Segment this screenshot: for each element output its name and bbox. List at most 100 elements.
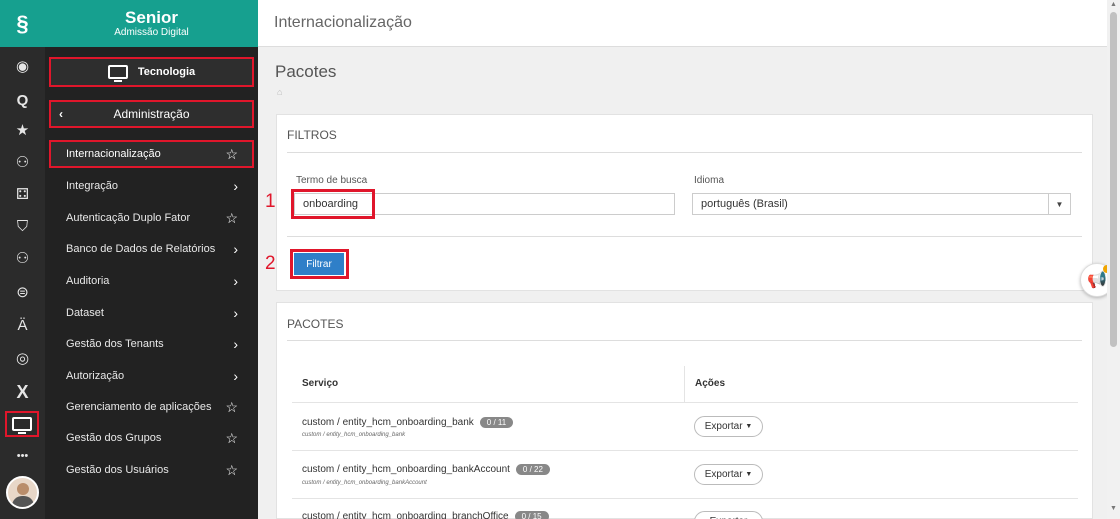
- menu-item-gestao-usuarios[interactable]: Gestão dos Usuários ☆: [45, 454, 258, 486]
- menu-item-internacionalizacao[interactable]: Internacionalização ☆: [49, 140, 254, 168]
- step-2-marker: 2: [265, 253, 276, 274]
- package-subtitle: custom / entity_hcm_onboarding_bank: [302, 432, 406, 438]
- package-subtitle: custom / entity_hcm_onboarding_bankAccou…: [302, 480, 427, 486]
- table-row: custom / entity_hcm_onboarding_branchOff…: [302, 511, 549, 519]
- highlight-search: [291, 189, 375, 219]
- search-label: Termo de busca: [296, 175, 368, 186]
- brand-name: Senior: [125, 7, 178, 27]
- column-divider: [684, 366, 685, 402]
- user-circle-icon[interactable]: ◉: [0, 54, 45, 78]
- chevron-left-icon: ‹: [59, 107, 63, 121]
- caret-down-icon: ▼: [745, 471, 753, 478]
- package-name: custom / entity_hcm_onboarding_bank: [302, 417, 474, 428]
- megaphone-icon: 📢: [1087, 272, 1107, 289]
- menu-item-banco-de-dados[interactable]: Banco de Dados de Relatórios ›: [45, 233, 258, 265]
- star-outline-icon[interactable]: ☆: [225, 146, 238, 163]
- menu-item-label: Banco de Dados de Relatórios: [66, 243, 216, 255]
- export-button[interactable]: Exportar: [694, 511, 763, 519]
- divider: [287, 152, 1082, 153]
- star-icon[interactable]: ★: [0, 118, 45, 142]
- table-row-divider: [292, 402, 1078, 403]
- highlight-filter: [290, 249, 349, 279]
- menu-item-label: Dataset: [66, 307, 104, 319]
- brand-header[interactable]: Senior Admissão Digital: [45, 0, 258, 47]
- step-1-marker: 1: [265, 191, 276, 212]
- chevron-right-icon: ›: [233, 305, 238, 321]
- packages-title: PACOTES: [287, 317, 344, 331]
- export-label: Exportar: [704, 421, 743, 432]
- menu-item-integracao[interactable]: Integração ›: [45, 170, 258, 202]
- table-row-divider: [292, 498, 1078, 499]
- badge-icon[interactable]: ⊜: [0, 280, 45, 304]
- divider: [287, 340, 1082, 341]
- table-row-divider: [292, 450, 1078, 451]
- menu-item-label: Gestão dos Grupos: [66, 432, 162, 444]
- language-label: Idioma: [694, 175, 725, 186]
- menu-item-gerenciamento-aplicacoes[interactable]: Gerenciamento de aplicações ☆: [45, 391, 258, 423]
- star-outline-icon[interactable]: ☆: [225, 210, 238, 227]
- menu-item-autenticacao[interactable]: Autenticação Duplo Fator ☆: [45, 202, 258, 234]
- menu-item-dataset[interactable]: Dataset ›: [45, 297, 258, 329]
- column-header-actions: Ações: [695, 378, 726, 389]
- divider: [287, 236, 1082, 237]
- menu-item-gestao-grupos[interactable]: Gestão dos Grupos ☆: [45, 422, 258, 454]
- menu-item-label: Gestão dos Usuários: [66, 464, 169, 476]
- filters-title: FILTROS: [287, 128, 337, 142]
- package-name: custom / entity_hcm_onboarding_branchOff…: [302, 511, 509, 519]
- chevron-right-icon: ›: [233, 178, 238, 194]
- chevron-right-icon: ›: [233, 273, 238, 289]
- x-icon[interactable]: X: [0, 380, 45, 404]
- monitor-glyph-icon: [12, 417, 32, 434]
- export-button[interactable]: Exportar ▼: [694, 464, 763, 485]
- target-icon[interactable]: ◎: [0, 346, 45, 370]
- translation-count-badge: 0 / 22: [515, 464, 550, 475]
- language-select[interactable]: português (Brasil) ▼: [692, 193, 1071, 215]
- caret-down-icon: ▼: [1048, 194, 1070, 214]
- language-select-value: português (Brasil): [701, 198, 788, 210]
- menu-section-label: Tecnologia: [137, 66, 196, 78]
- scroll-down-icon[interactable]: ▼: [1110, 505, 1117, 512]
- menu-section-tecnologia[interactable]: Tecnologia: [49, 57, 254, 87]
- senior-logo-icon[interactable]: §: [0, 0, 45, 47]
- monitor-icon[interactable]: [5, 411, 39, 437]
- menu-group-administracao[interactable]: ‹ Administração: [49, 100, 254, 128]
- menu-item-label: Autenticação Duplo Fator: [66, 212, 191, 224]
- monitor-icon: [107, 65, 128, 82]
- caret-down-icon: ▼: [745, 423, 753, 430]
- star-outline-icon[interactable]: ☆: [225, 430, 238, 447]
- page-title: Pacotes: [275, 62, 337, 81]
- packages-card: PACOTES: [276, 302, 1093, 519]
- menu-item-label: Integração: [66, 180, 118, 192]
- menu-item-label: Autorização: [66, 370, 125, 382]
- menu-item-autorizacao[interactable]: Autorização ›: [45, 360, 258, 392]
- people-icon[interactable]: ⚇: [0, 246, 45, 270]
- scroll-up-icon[interactable]: ▲: [1110, 1, 1117, 8]
- org-chart-icon[interactable]: ⚇: [0, 150, 45, 174]
- export-button[interactable]: Exportar ▼: [694, 416, 763, 437]
- column-header-service: Serviço: [302, 378, 339, 389]
- shield-icon[interactable]: ⛉: [0, 214, 45, 238]
- brand-subtitle: Admissão Digital: [114, 26, 189, 38]
- top-bar: Internacionalização: [258, 0, 1107, 47]
- home-icon[interactable]: ⌂: [277, 87, 282, 97]
- avatar[interactable]: [6, 476, 39, 509]
- team-icon[interactable]: ⚃: [0, 182, 45, 206]
- export-label: Exportar: [704, 469, 743, 480]
- star-outline-icon[interactable]: ☆: [225, 399, 238, 416]
- search-icon[interactable]: Q: [0, 88, 45, 112]
- scroll-thumb[interactable]: [1110, 12, 1117, 347]
- menu-item-label: Gestão dos Tenants: [66, 338, 164, 350]
- package-name: custom / entity_hcm_onboarding_bankAccou…: [302, 464, 510, 475]
- reader-icon[interactable]: Ä: [0, 313, 45, 337]
- chevron-right-icon: ›: [233, 241, 238, 257]
- menu-item-gestao-tenants[interactable]: Gestão dos Tenants ›: [45, 328, 258, 360]
- page-scrollbar[interactable]: ▲ ▼: [1107, 0, 1120, 519]
- translation-count-badge: 0 / 11: [479, 417, 514, 428]
- more-icon[interactable]: •••: [0, 444, 45, 468]
- table-row: custom / entity_hcm_onboarding_bankAccou…: [302, 464, 550, 475]
- menu-item-auditoria[interactable]: Auditoria ›: [45, 265, 258, 297]
- translation-count-badge: 0 / 15: [514, 511, 549, 519]
- menu-item-label: Auditoria: [66, 275, 110, 287]
- topbar-title: Internacionalização: [274, 14, 412, 31]
- star-outline-icon[interactable]: ☆: [225, 462, 238, 479]
